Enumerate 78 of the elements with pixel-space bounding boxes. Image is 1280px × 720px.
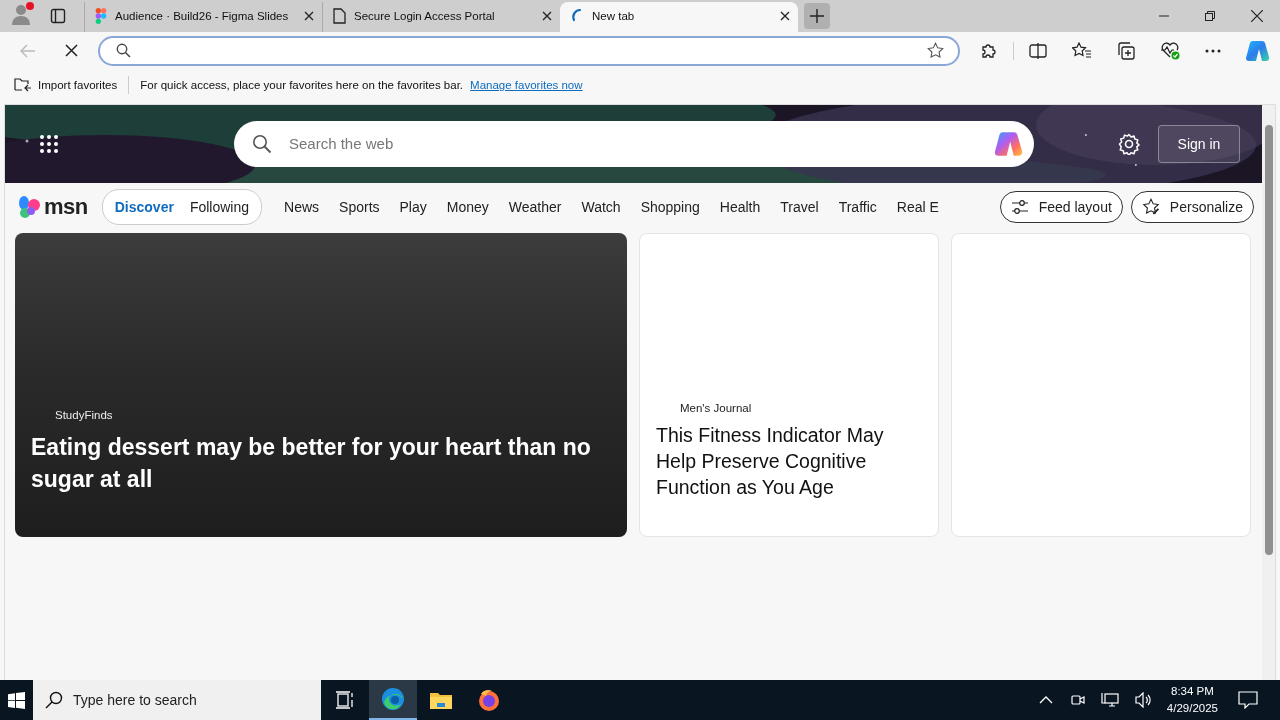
msn-logo[interactable]: msn	[17, 193, 88, 220]
feed-layout-button[interactable]: Feed layout	[999, 190, 1123, 223]
favorites-icon[interactable]	[1072, 42, 1092, 60]
copilot-icon[interactable]	[1246, 39, 1270, 62]
camera-icon[interactable]	[1068, 692, 1085, 708]
star-pen-icon	[1141, 198, 1160, 216]
plus-icon	[810, 8, 824, 23]
nav-link[interactable]: Travel	[780, 198, 819, 215]
feed-tab[interactable]: Discover	[106, 198, 182, 215]
scrollbar[interactable]	[1262, 104, 1275, 680]
network-icon[interactable]	[1100, 692, 1119, 708]
more-icon[interactable]	[1205, 48, 1221, 53]
fox-globe-icon	[477, 688, 501, 712]
nav-link[interactable]: Shopping	[640, 198, 700, 215]
import-icon[interactable]	[14, 77, 31, 93]
search-icon	[252, 133, 272, 154]
settings-icon[interactable]	[1118, 132, 1140, 155]
notifications-icon[interactable]	[1238, 691, 1258, 709]
puzzle-icon[interactable]	[980, 41, 998, 60]
tab-title: Audience · Build26 - Figma Slides	[115, 9, 290, 22]
search-icon	[45, 691, 63, 709]
favorites-hint: For quick access, place your favorites here on the favorites bar.	[140, 78, 464, 91]
taskbar-search-field[interactable]: Type here to search	[33, 680, 321, 720]
nav-link[interactable]: Traffic	[838, 198, 877, 215]
task-view-icon	[335, 691, 355, 709]
clock-time: 8:34 PM	[1171, 684, 1214, 699]
apps-grid-icon[interactable]	[39, 133, 59, 154]
nav-link[interactable]: Money	[446, 198, 489, 215]
news-source: Men's Journal	[680, 401, 753, 414]
address-field[interactable]	[98, 35, 960, 66]
close-icon[interactable]	[1251, 9, 1263, 22]
close-icon[interactable]	[542, 10, 552, 21]
clock-date: 4/29/2025	[1166, 701, 1218, 716]
sign-in-button[interactable]: Sign in	[1158, 124, 1240, 163]
nav-link[interactable]: Health	[719, 198, 761, 215]
news-headline: This Fitness Indicator May Help Preserve Cognitive Function as You Age	[656, 422, 885, 500]
news-card[interactable]: StudyFinds Eating dessert may be better for your heart than no sugar at all	[15, 232, 627, 537]
feed-tab[interactable]: Following	[181, 198, 258, 215]
split-screen-icon[interactable]	[1029, 42, 1047, 59]
import-favorites-button[interactable]: Import favorites	[38, 78, 118, 91]
tab-title: Secure Login Access Portal	[354, 9, 496, 22]
nav-link[interactable]: Real E	[896, 198, 939, 215]
manage-favorites-link[interactable]: Manage favorites now	[470, 78, 583, 91]
personalize-button[interactable]: Personalize	[1130, 190, 1254, 223]
close-icon[interactable]	[780, 10, 790, 21]
nav-link[interactable]: Sports	[339, 198, 380, 215]
copilot-icon[interactable]	[994, 130, 1024, 157]
browser-tab[interactable]: Audience · Build26 - Figma Slides	[84, 1, 322, 32]
tab-actions-icon[interactable]	[50, 7, 66, 24]
browser-tab[interactable]: New tab	[560, 1, 798, 32]
search-icon	[116, 43, 131, 59]
taskbar-app[interactable]	[369, 680, 417, 720]
heart-pulse-icon[interactable]	[1160, 41, 1180, 60]
windows-start-icon[interactable]	[8, 691, 25, 709]
chevron-up-icon[interactable]	[1038, 696, 1053, 704]
nav-link[interactable]: Weather	[508, 198, 562, 215]
news-card[interactable]: Men's Journal This Fitness Indicator May Help Preserve Cognitive Function as You Age	[639, 232, 939, 537]
loading-icon	[570, 7, 584, 24]
news-headline: Eating dessert may be better for your heart than no sugar at all	[31, 432, 592, 494]
browser-swirl-icon	[381, 687, 405, 711]
volume-icon[interactable]	[1134, 692, 1153, 708]
new-tab-button[interactable]	[804, 2, 830, 29]
restore-icon[interactable]	[1205, 10, 1215, 21]
star-icon[interactable]	[927, 42, 944, 60]
nav-link[interactable]: Watch	[581, 198, 621, 215]
page-icon	[333, 7, 346, 24]
close-icon[interactable]	[304, 10, 314, 21]
sliders-icon	[1010, 199, 1029, 214]
news-source: StudyFinds	[55, 408, 114, 421]
stop-icon[interactable]	[65, 44, 78, 58]
collections-icon[interactable]	[1117, 41, 1135, 60]
profile-icon[interactable]	[10, 0, 36, 27]
folder-icon	[429, 690, 453, 710]
nav-link[interactable]: Play	[399, 198, 427, 215]
figma-icon	[95, 7, 107, 24]
tab-title: New tab	[592, 9, 636, 22]
web-search-field[interactable]: Search the web	[234, 120, 1034, 167]
nav-link[interactable]: News	[284, 198, 320, 215]
